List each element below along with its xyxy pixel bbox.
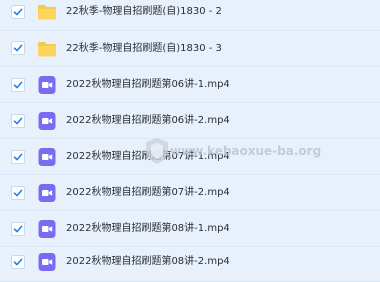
checkbox[interactable] — [11, 222, 25, 236]
checkbox[interactable] — [11, 78, 25, 92]
checkbox[interactable] — [11, 41, 25, 55]
file-row[interactable]: 22秋季-物理自招刷题(自)1830 - 2 — [0, 0, 380, 31]
file-row[interactable]: 2022秋物理自招刷题第06讲-2.mp4 — [0, 103, 380, 139]
checkmark-icon — [13, 44, 23, 52]
folder-icon — [38, 42, 56, 57]
checkbox[interactable] — [11, 5, 25, 19]
checkbox[interactable] — [11, 114, 25, 128]
file-row[interactable]: 2022秋物理自招刷题第06讲-1.mp4 — [0, 67, 380, 103]
file-row[interactable]: 22秋季-物理自招刷题(自)1830 - 3 — [0, 31, 380, 67]
checkmark-icon — [13, 153, 23, 161]
checkmark-icon — [13, 258, 23, 266]
checkmark-icon — [13, 81, 23, 89]
video-file-icon — [38, 112, 56, 130]
checkmark-icon — [13, 189, 23, 197]
file-name[interactable]: 2022秋物理自招刷题第06讲-1.mp4 — [66, 75, 230, 95]
video-file-icon — [38, 148, 56, 166]
file-row[interactable]: 2022秋物理自招刷题第08讲-1.mp4 — [0, 211, 380, 247]
file-row[interactable]: 2022秋物理自招刷题第07讲-1.mp4 — [0, 139, 380, 175]
file-row[interactable]: 2022秋物理自招刷题第08讲-2.mp4 — [0, 247, 380, 282]
video-file-icon — [38, 253, 56, 271]
checkmark-icon — [13, 8, 23, 16]
video-file-icon — [38, 184, 56, 202]
file-name[interactable]: 2022秋物理自招刷题第07讲-2.mp4 — [66, 183, 230, 203]
file-name[interactable]: 2022秋物理自招刷题第06讲-2.mp4 — [66, 111, 230, 131]
file-name[interactable]: 22秋季-物理自招刷题(自)1830 - 2 — [66, 2, 222, 22]
file-name[interactable]: 22秋季-物理自招刷题(自)1830 - 3 — [66, 39, 222, 59]
checkbox[interactable] — [11, 150, 25, 164]
checkmark-icon — [13, 225, 23, 233]
video-file-icon — [38, 220, 56, 238]
file-name[interactable]: 2022秋物理自招刷题第07讲-1.mp4 — [66, 147, 230, 167]
file-list: 22秋季-物理自招刷题(自)1830 - 2 22秋季-物理自招刷题(自)183… — [0, 0, 380, 282]
folder-icon — [38, 5, 56, 20]
file-row[interactable]: 2022秋物理自招刷题第07讲-2.mp4 — [0, 175, 380, 211]
checkbox[interactable] — [11, 186, 25, 200]
file-name[interactable]: 2022秋物理自招刷题第08讲-1.mp4 — [66, 219, 230, 239]
checkmark-icon — [13, 117, 23, 125]
checkbox[interactable] — [11, 255, 25, 269]
video-file-icon — [38, 76, 56, 94]
file-name[interactable]: 2022秋物理自招刷题第08讲-2.mp4 — [66, 252, 230, 272]
